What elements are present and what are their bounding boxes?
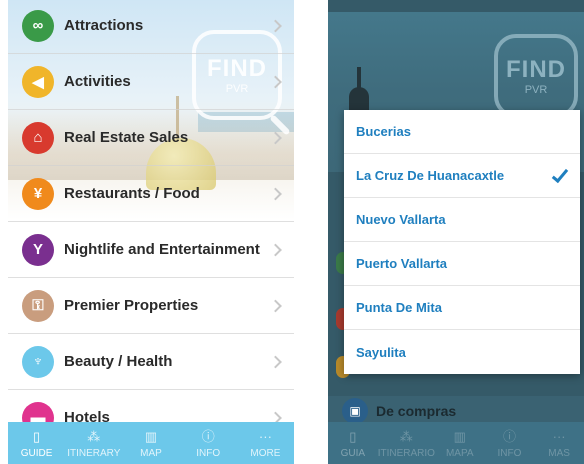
key-icon: ⚿	[22, 289, 54, 322]
footsteps-icon: ⁂	[399, 428, 413, 444]
more-icon: ···	[552, 428, 566, 444]
category-label: Beauty / Health	[64, 353, 173, 370]
logo-subtext: PVR	[524, 84, 548, 96]
city-dropdown: Bucerias La Cruz De Huanacaxtle Nuevo Va…	[344, 110, 580, 374]
category-row-nightlife[interactable]: Y Nightlife and Entertainment	[8, 222, 294, 278]
tab-info[interactable]: ⓘ INFO	[180, 422, 237, 464]
category-list: ∞ Attractions ◀ Activities ⌂ Real Estate…	[8, 0, 294, 446]
chevron-right-icon	[269, 299, 282, 312]
tab-label: INFO	[196, 447, 221, 459]
chevron-right-icon	[269, 19, 282, 32]
tab-label: MAS	[548, 447, 570, 459]
tab-label: MAPA	[445, 447, 474, 459]
city-option-sayulita[interactable]: Sayulita	[344, 330, 580, 374]
tab-label: MORE	[250, 447, 281, 459]
chevron-right-icon	[269, 243, 282, 256]
city-option-nuevo-vallarta[interactable]: Nuevo Vallarta	[344, 198, 580, 242]
category-row-restaurants[interactable]: ¥ Restaurants / Food	[8, 166, 294, 222]
city-option-bucerias[interactable]: Bucerias	[344, 110, 580, 154]
tab-label: MAP	[140, 447, 162, 459]
book-icon: ▯	[349, 428, 357, 444]
category-label: Activities	[64, 73, 131, 90]
cocktail-icon: Y	[22, 233, 54, 266]
category-row-beauty-health[interactable]: ♆ Beauty / Health	[8, 334, 294, 390]
tab-label: GUIDE	[20, 447, 53, 459]
category-label: Premier Properties	[64, 297, 199, 314]
city-option-puerto-vallarta[interactable]: Puerto Vallarta	[344, 242, 580, 286]
tab-more[interactable]: ··· MORE	[237, 422, 294, 464]
tab-label: GUIA	[340, 447, 366, 459]
city-option-label: Punta De Mita	[356, 300, 442, 315]
category-label: De compras	[376, 403, 457, 419]
chevron-right-icon	[269, 131, 282, 144]
city-option-la-cruz[interactable]: La Cruz De Huanacaxtle	[344, 154, 580, 198]
chevron-right-icon	[269, 187, 282, 200]
city-option-punta-de-mita[interactable]: Punta De Mita	[344, 286, 580, 330]
tab-label: ITINERARIO	[377, 447, 435, 459]
bottom-tab-bar: ▯ GUIA ⁂ ITINERARIO ▥ MAPA ⓘ INFO ··· MA…	[328, 422, 584, 464]
more-icon: ···	[258, 428, 272, 444]
tab-itinerary[interactable]: ⁂ ITINERARY	[65, 422, 122, 464]
category-row-premier-properties[interactable]: ⚿ Premier Properties	[8, 278, 294, 334]
info-icon: ⓘ	[502, 428, 516, 444]
city-option-label: Nuevo Vallarta	[356, 212, 446, 227]
footsteps-icon: ⁂	[87, 428, 101, 444]
tab-guide[interactable]: ▯ GUIDE	[8, 422, 65, 464]
city-option-label: Sayulita	[356, 344, 406, 360]
category-row-activities[interactable]: ◀ Activities	[8, 54, 294, 110]
category-row-real-estate[interactable]: ⌂ Real Estate Sales	[8, 110, 294, 166]
spa-icon: ♆	[22, 345, 54, 378]
city-option-label: Bucerias	[356, 124, 411, 139]
tab-map[interactable]: ▥ MAP	[122, 422, 179, 464]
bottom-tab-bar: ▯ GUIDE ⁂ ITINERARY ▥ MAP ⓘ INFO ··· MOR…	[8, 422, 294, 464]
logo-text: FIND	[506, 56, 566, 83]
shopping-bag-icon: ▣	[342, 398, 368, 424]
city-option-label: La Cruz De Huanacaxtle	[356, 168, 505, 183]
guide-screen: FIND PVR ∞ Attractions ◀ Activities ⌂ Re…	[8, 0, 294, 464]
category-label: Real Estate Sales	[64, 129, 189, 146]
city-picker-screen: FIND PVR Bucerias La Cruz De Huanacaxtle…	[328, 0, 584, 464]
fork-knife-icon: ¥	[22, 177, 54, 210]
binoculars-icon: ∞	[22, 9, 54, 42]
category-row-attractions[interactable]: ∞ Attractions	[8, 0, 294, 54]
tab-info[interactable]: ⓘ INFO	[485, 422, 535, 464]
book-icon: ▯	[33, 428, 41, 444]
house-icon: ⌂	[22, 121, 54, 154]
tab-guia[interactable]: ▯ GUIA	[328, 422, 378, 464]
chevron-right-icon	[269, 75, 282, 88]
category-label: Attractions	[64, 17, 144, 34]
map-icon: ▥	[144, 428, 158, 444]
find-pvr-logo: FIND PVR	[494, 34, 578, 118]
megaphone-icon: ◀	[22, 65, 54, 98]
city-option-label: Puerto Vallarta	[356, 256, 448, 271]
info-icon: ⓘ	[201, 428, 215, 444]
tab-itinerario[interactable]: ⁂ ITINERARIO	[378, 422, 435, 464]
checkmark-icon	[551, 165, 569, 183]
tab-label: INFO	[497, 447, 522, 459]
tab-mas[interactable]: ··· MAS	[534, 422, 584, 464]
category-label: Nightlife and Entertainment	[64, 241, 260, 258]
map-icon: ▥	[453, 428, 466, 444]
tab-mapa[interactable]: ▥ MAPA	[435, 422, 485, 464]
chevron-right-icon	[269, 355, 282, 368]
tab-label: ITINERARY	[67, 447, 121, 459]
category-label: Restaurants / Food	[64, 185, 200, 202]
